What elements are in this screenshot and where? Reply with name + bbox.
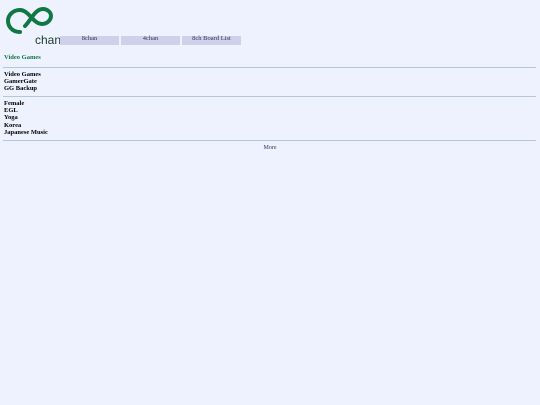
board-link-yoga[interactable]: Yoga (4, 114, 48, 121)
section-title: Video Games (4, 54, 41, 61)
board-list-misc: Female EGL Yoga Korea Japanese Music (4, 100, 48, 136)
top-tabs: 8chan 4chan 8ch Board List (60, 35, 241, 45)
divider (3, 140, 536, 141)
board-link-video-games[interactable]: Video Games (4, 71, 41, 78)
tab-8ch-board-list[interactable]: 8ch Board List (182, 35, 241, 45)
more-link[interactable]: More (0, 145, 540, 151)
divider (3, 67, 536, 68)
board-link-female[interactable]: Female (4, 100, 48, 107)
board-link-gg-backup[interactable]: GG Backup (4, 85, 41, 92)
board-link-korea[interactable]: Korea (4, 122, 48, 129)
board-link-egl[interactable]: EGL (4, 107, 48, 114)
board-link-japanese-music[interactable]: Japanese Music (4, 129, 48, 136)
board-list-games: Video Games GamerGate GG Backup (4, 71, 41, 93)
page: chan 8chan 4chan 8ch Board List Video Ga… (0, 0, 540, 405)
tab-8chan[interactable]: 8chan (60, 35, 119, 45)
board-link-gamergate[interactable]: GamerGate (4, 78, 41, 85)
site-logo[interactable]: chan (5, 6, 61, 47)
divider (3, 96, 536, 97)
logo-text: chan (35, 33, 62, 47)
tab-4chan[interactable]: 4chan (121, 35, 180, 45)
